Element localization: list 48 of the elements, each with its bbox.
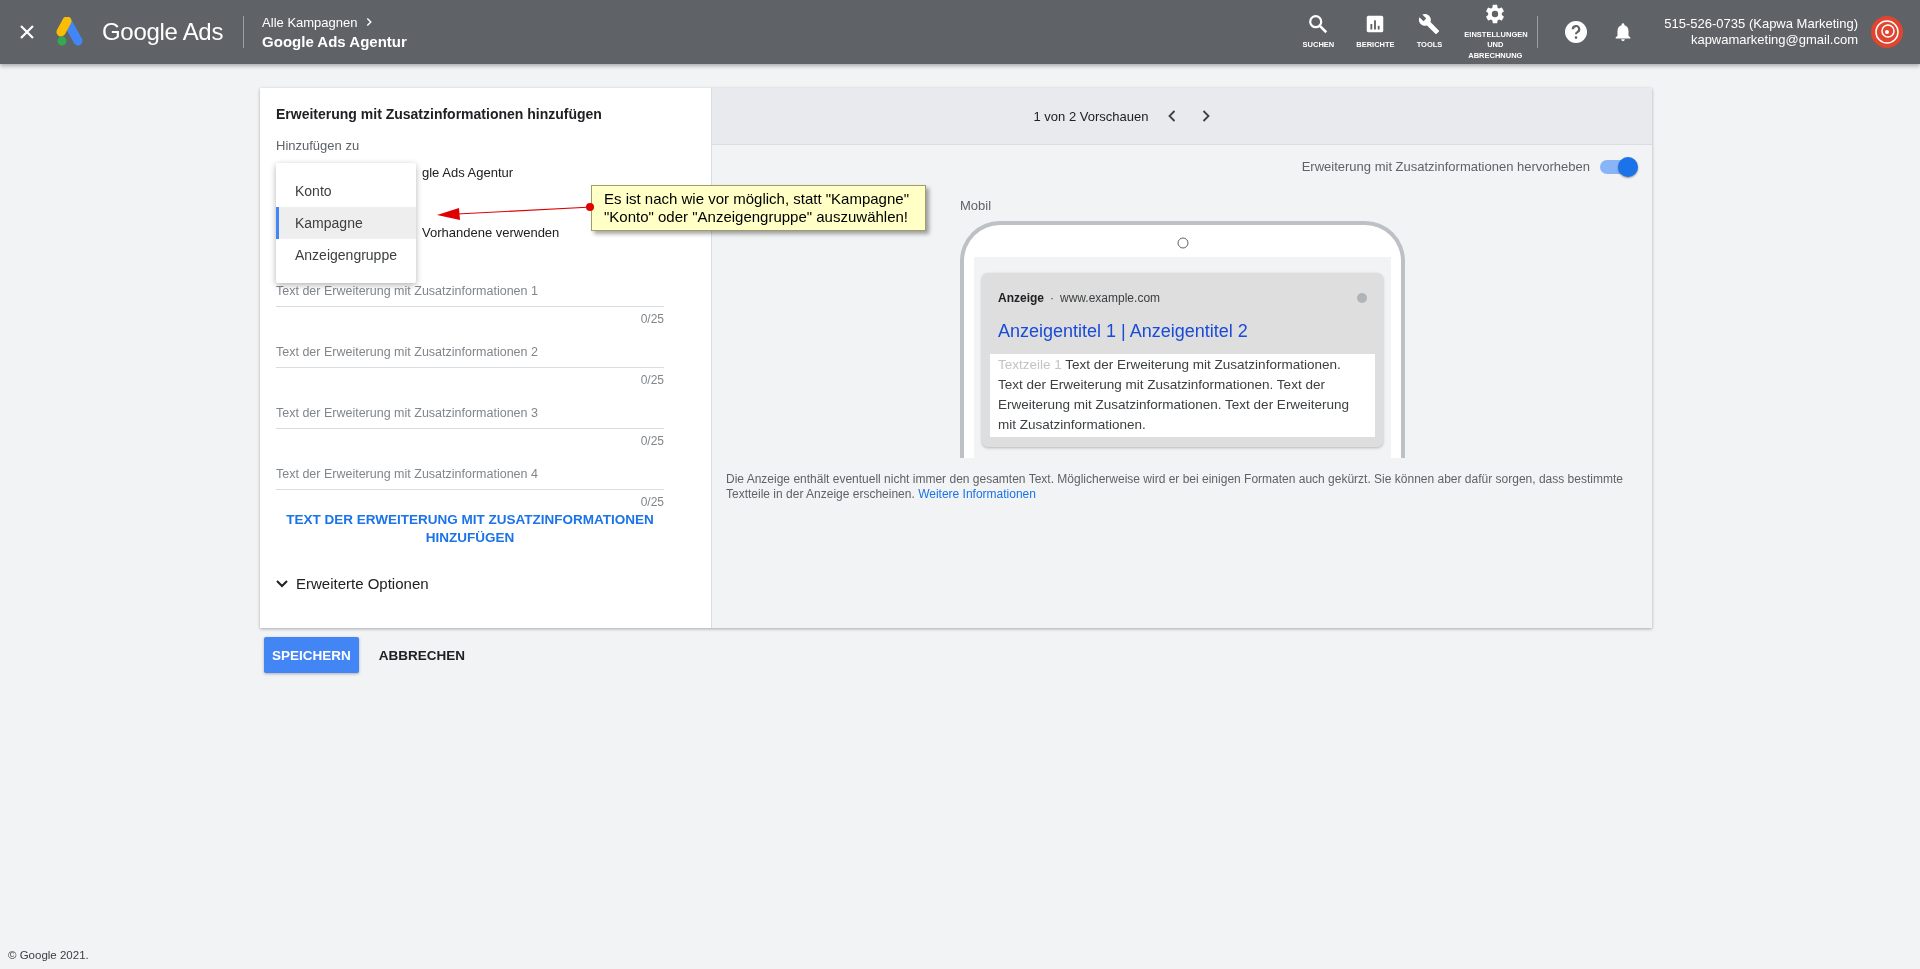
campaign-value: gle Ads Agentur bbox=[422, 165, 514, 180]
character-counter: 0/25 bbox=[640, 373, 664, 387]
character-counter: 0/25 bbox=[640, 495, 664, 509]
toggle-switch[interactable] bbox=[1600, 159, 1636, 174]
input-field[interactable]: Text der Erweiterung mit Zusatzinformationen 2 bbox=[276, 337, 664, 368]
help-icon[interactable] bbox=[1564, 20, 1589, 44]
dropdown-option[interactable]: Konto bbox=[276, 175, 416, 207]
input-field[interactable]: Text der Erweiterung mit Zusatzinformationen 1 bbox=[276, 276, 664, 307]
annotation-callout: Es ist nach wie vor möglich, statt "Kampagne" "Konto" oder "Anzeigengruppe" auszuwählen! bbox=[591, 185, 926, 231]
search-icon bbox=[1307, 13, 1330, 36]
add-text-link[interactable]: TEXT DER ERWEITERUNG MIT ZUSATZINFORMATIONEN HINZUFÜGEN bbox=[276, 511, 664, 547]
chevron-left-icon[interactable] bbox=[1168, 110, 1177, 122]
camera-icon bbox=[1176, 237, 1189, 249]
copyright-text: © Google 2021. bbox=[7, 949, 90, 963]
chevron-right-icon bbox=[365, 17, 373, 27]
highlight-label: Erweiterung mit Zusatzinformationen hervorheben bbox=[1301, 159, 1590, 174]
brand-name: Google Ads bbox=[102, 18, 224, 46]
settings-icon bbox=[1484, 3, 1507, 26]
info-icon bbox=[1357, 293, 1367, 303]
account-email: kapwamarketing@gmail.com bbox=[1690, 32, 1858, 48]
dropdown-option[interactable]: Anzeigengruppe bbox=[276, 239, 416, 271]
separator-dot: · bbox=[1050, 291, 1054, 305]
add-to-label: Hinzufügen zu bbox=[276, 138, 361, 153]
preview-count: 1 von 2 Vorschauen bbox=[1033, 108, 1149, 124]
character-counter: 0/25 bbox=[640, 434, 664, 448]
input-field[interactable]: Text der Erweiterung mit Zusatzinformationen 4 bbox=[276, 459, 664, 490]
account-name: Google Ads Agentur bbox=[262, 32, 407, 50]
breadcrumb-link[interactable]: Alle Kampagnen bbox=[262, 14, 358, 30]
character-counter: 0/25 bbox=[640, 312, 664, 326]
save-button[interactable]: SPEICHERN bbox=[264, 637, 359, 673]
account-phone: 515-526-0735 (Kapwa Marketing) bbox=[1664, 16, 1858, 32]
avatar-icon[interactable] bbox=[1870, 15, 1904, 49]
ad-url: www.example.com bbox=[1060, 291, 1162, 305]
radio-label: Vorhandene verwenden bbox=[422, 225, 560, 240]
input-field[interactable]: Text der Erweiterung mit Zusatzinformationen 3 bbox=[276, 398, 664, 429]
close-icon[interactable] bbox=[20, 25, 34, 39]
ad-label: Anzeige bbox=[998, 291, 1044, 305]
cancel-button[interactable]: ABBRECHEN bbox=[366, 637, 474, 673]
ad-headline[interactable]: Anzeigentitel 1 | Anzeigentitel 2 bbox=[990, 305, 1375, 354]
dropdown-option[interactable]: Kampagne bbox=[276, 207, 416, 239]
wrench-icon bbox=[1418, 13, 1441, 36]
chevron-right-icon[interactable] bbox=[1202, 110, 1211, 122]
device-label: Mobil bbox=[960, 198, 993, 213]
disclaimer-text: Die Anzeige enthält eventuell nicht immer den gesamten Text. Möglicherweise wird er bei einigen Formaten auch gekürzt. Sie können aber dafür sorgen, dass bestimmte Textteile in der Anzeige erscheinen. Weitere Informationen bbox=[726, 472, 1624, 502]
advanced-options-toggle[interactable]: Erweiterte Optionen bbox=[276, 575, 429, 592]
ad-description: Textzeile 1 Text der Erweiterung mit Zusatzinformationen. Text der Erweiterung mit Zusatzinformationen. Text der Erweiterung mit Zusatzinformationen. Text der Erweiterung mit Zusatzinformationen. bbox=[990, 354, 1375, 437]
more-info-link[interactable]: Weitere Informationen bbox=[918, 487, 1036, 501]
form-title: Erweiterung mit Zusatzinformationen hinzufügen bbox=[276, 106, 603, 122]
